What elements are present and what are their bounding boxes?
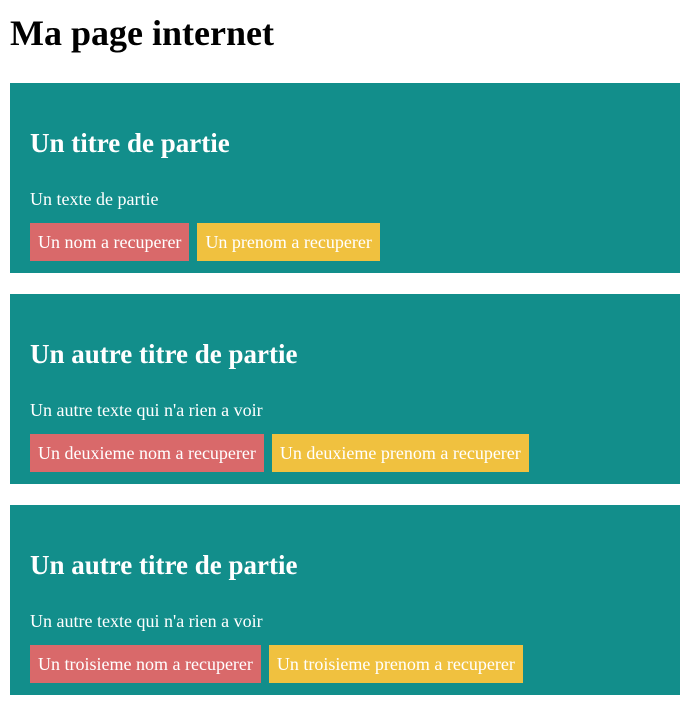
section-1: Un titre de partie Un texte de partie Un…	[10, 83, 680, 273]
page-title: Ma page internet	[10, 13, 274, 53]
section-text: Un texte de partie	[30, 189, 159, 209]
section-3: Un autre titre de partie Un autre texte …	[10, 505, 680, 695]
nom-tag: Un deuxieme nom a recuperer	[30, 434, 264, 472]
section-text: Un autre texte qui n'a rien a voir	[30, 400, 263, 420]
section-tags: Un deuxieme nom a recuperer Un deuxieme …	[30, 434, 529, 472]
nom-tag: Un nom a recuperer	[30, 223, 190, 261]
section-tags: Un troisieme nom a recuperer Un troisiem…	[30, 645, 523, 683]
prenom-tag: Un deuxieme prenom a recuperer	[271, 434, 529, 472]
section-tags: Un nom a recuperer Un prenom a recuperer	[30, 223, 380, 261]
prenom-tag: Un prenom a recuperer	[197, 223, 380, 261]
section-title: Un titre de partie	[30, 128, 230, 158]
page: Ma page internet Un titre de partie Un t…	[0, 0, 680, 695]
section-title: Un autre titre de partie	[30, 550, 298, 580]
section-2: Un autre titre de partie Un autre texte …	[10, 294, 680, 484]
section-text: Un autre texte qui n'a rien a voir	[30, 611, 263, 631]
section-title: Un autre titre de partie	[30, 339, 298, 369]
sections-container: Un titre de partie Un texte de partie Un…	[10, 83, 680, 695]
nom-tag: Un troisieme nom a recuperer	[30, 645, 261, 683]
prenom-tag: Un troisieme prenom a recuperer	[268, 645, 523, 683]
